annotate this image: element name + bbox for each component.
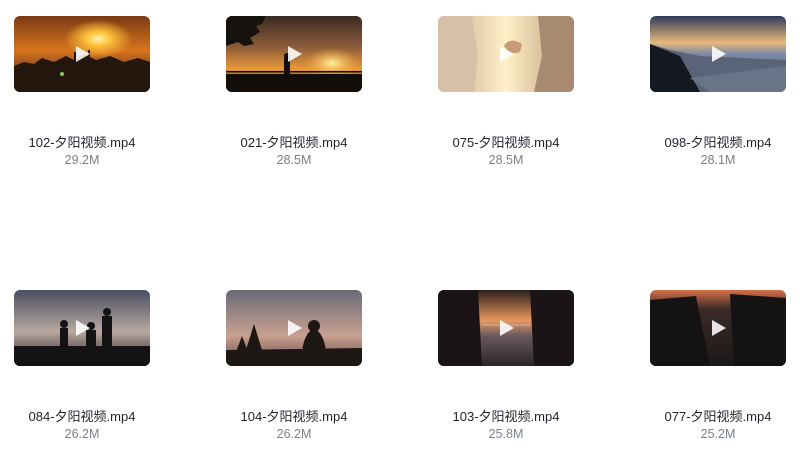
file-name: 104-夕阳视频.mp4 <box>240 409 348 424</box>
file-name: 021-夕阳视频.mp4 <box>240 135 348 150</box>
video-thumbnail[interactable] <box>650 290 786 366</box>
play-icon[interactable] <box>284 318 304 338</box>
file-name: 098-夕阳视频.mp4 <box>664 135 772 150</box>
video-file-card[interactable]: 104-夕阳视频.mp4 26.2M <box>226 290 426 450</box>
video-thumbnail[interactable] <box>14 16 150 92</box>
video-file-card[interactable]: 102-夕阳视频.mp4 29.2M <box>14 16 214 176</box>
play-icon[interactable] <box>72 318 92 338</box>
video-thumbnail[interactable] <box>226 16 362 92</box>
file-name: 103-夕阳视频.mp4 <box>452 409 560 424</box>
file-name: 075-夕阳视频.mp4 <box>452 135 560 150</box>
file-size: 28.5M <box>276 153 312 167</box>
play-icon[interactable] <box>496 318 516 338</box>
file-name: 084-夕阳视频.mp4 <box>28 409 136 424</box>
video-thumbnail[interactable] <box>438 290 574 366</box>
play-icon[interactable] <box>708 318 728 338</box>
video-thumbnail[interactable] <box>226 290 362 366</box>
video-file-card[interactable]: 098-夕阳视频.mp4 28.1M <box>650 16 800 176</box>
file-name: 077-夕阳视频.mp4 <box>664 409 772 424</box>
file-size: 26.2M <box>64 427 100 441</box>
file-name: 102-夕阳视频.mp4 <box>28 135 136 150</box>
file-grid: 102-夕阳视频.mp4 29.2M 021-夕阳视频.mp4 28.5M 07… <box>0 0 800 459</box>
file-size: 28.1M <box>700 153 736 167</box>
file-size: 26.2M <box>276 427 312 441</box>
video-thumbnail[interactable] <box>438 16 574 92</box>
play-icon[interactable] <box>72 44 92 64</box>
video-thumbnail[interactable] <box>650 16 786 92</box>
file-size: 28.5M <box>488 153 524 167</box>
file-size: 25.2M <box>700 427 736 441</box>
file-size: 29.2M <box>64 153 100 167</box>
video-file-card[interactable]: 021-夕阳视频.mp4 28.5M <box>226 16 426 176</box>
video-file-card[interactable]: 075-夕阳视频.mp4 28.5M <box>438 16 638 176</box>
video-thumbnail[interactable] <box>14 290 150 366</box>
video-file-card[interactable]: 103-夕阳视频.mp4 25.8M <box>438 290 638 450</box>
play-icon[interactable] <box>496 44 516 64</box>
file-size: 25.8M <box>488 427 524 441</box>
video-file-card[interactable]: 077-夕阳视频.mp4 25.2M <box>650 290 800 450</box>
play-icon[interactable] <box>708 44 728 64</box>
video-file-card[interactable]: 084-夕阳视频.mp4 26.2M <box>14 290 214 450</box>
play-icon[interactable] <box>284 44 304 64</box>
